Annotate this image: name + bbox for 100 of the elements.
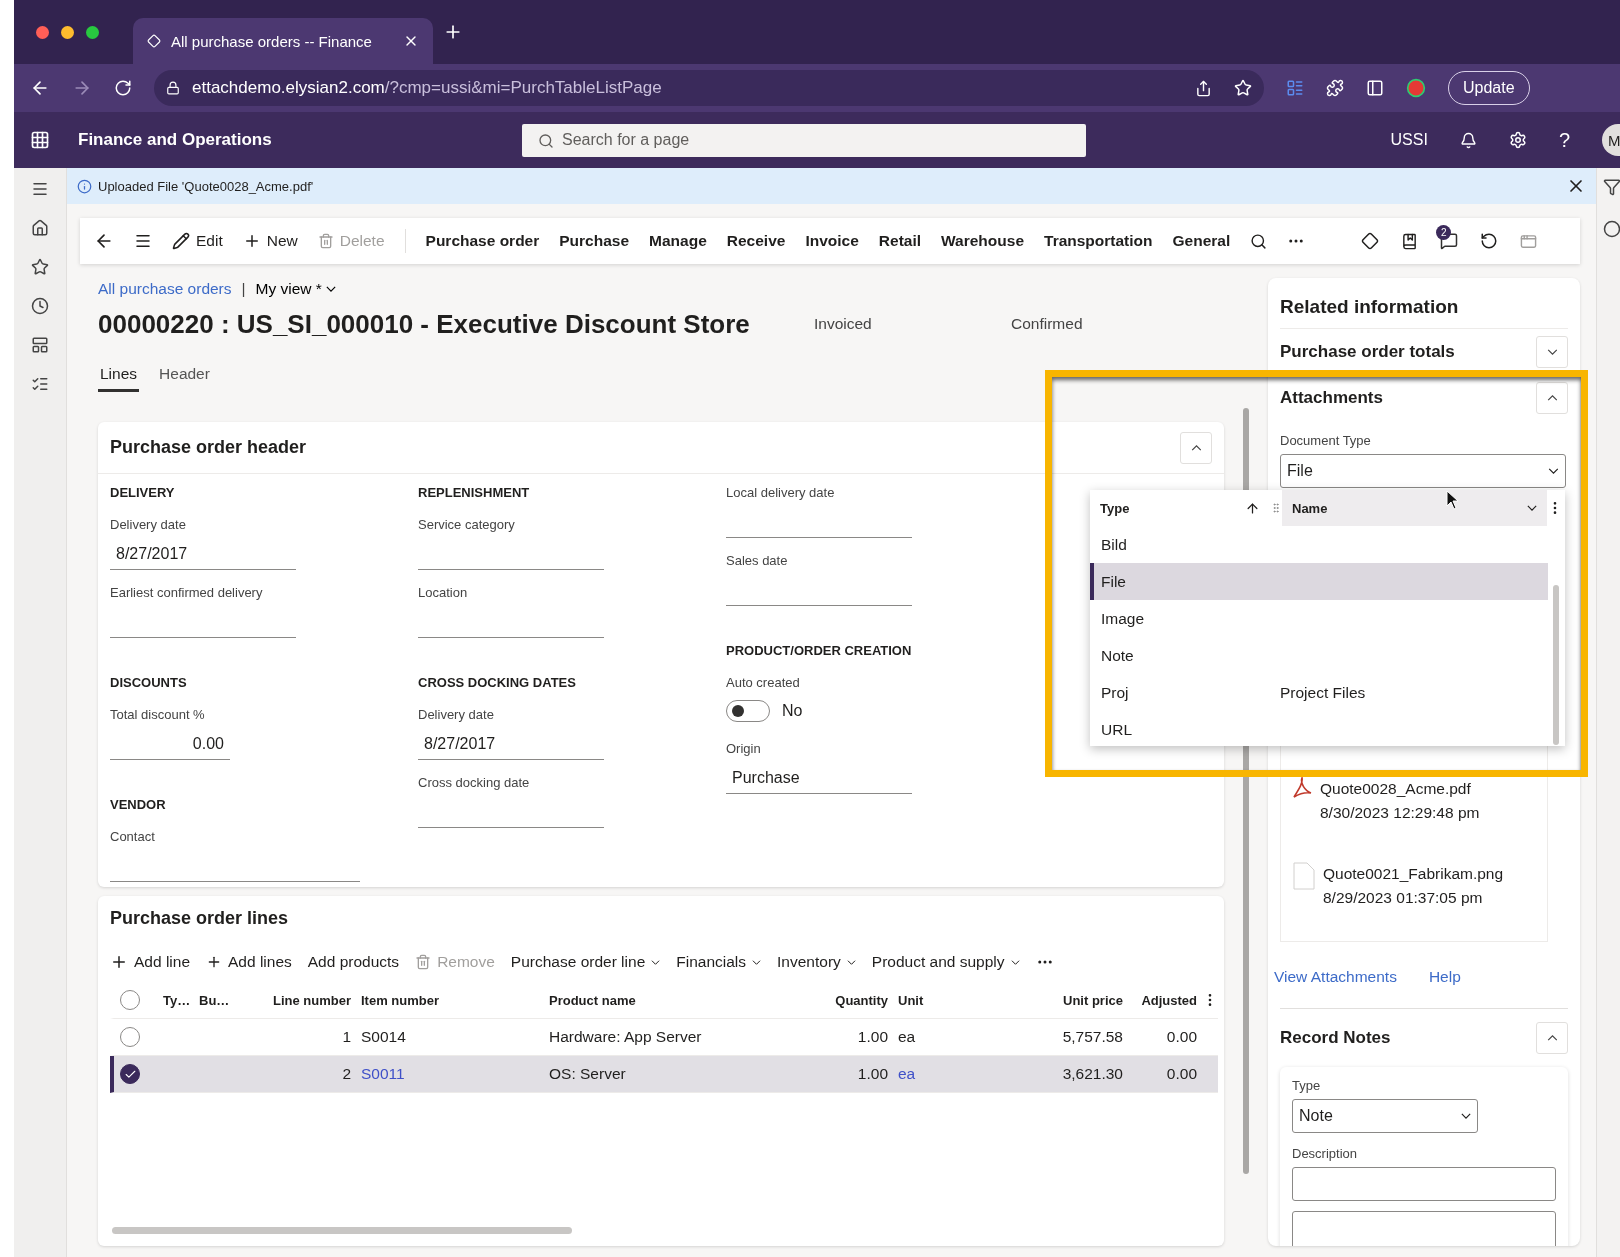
toolbar-button[interactable]: Edit: [172, 232, 223, 250]
option-type: Bild: [1100, 535, 1128, 554]
column-header[interactable]: Unit: [893, 992, 1040, 1008]
card-title: Purchase order header: [110, 437, 308, 458]
section-heading: PRODUCT/ORDER CREATION: [726, 642, 913, 660]
option-type: File: [1100, 572, 1127, 591]
dropdown-option[interactable]: Image: [1090, 600, 1548, 637]
menu-tab[interactable]: Purchase: [559, 232, 630, 250]
menu-tab[interactable]: Manage: [649, 232, 707, 250]
column-header[interactable]: Name: [1282, 490, 1547, 526]
table-cell-text: 1.00: [856, 1065, 889, 1083]
menu-tab[interactable]: Receive: [726, 232, 786, 250]
panel-title: Related information: [1280, 295, 1460, 319]
link[interactable]: View Attachments: [1274, 968, 1397, 992]
toggle-value: No: [782, 702, 803, 720]
card-title: Purchase order lines: [110, 907, 290, 929]
menu-tab[interactable]: Transportation: [1044, 232, 1153, 250]
browser-tab[interactable]: All purchase orders -- Finance: [133, 18, 433, 64]
column-header[interactable]: Product name: [544, 992, 810, 1008]
action-button[interactable]: Add products: [307, 953, 400, 971]
column-header[interactable]: Quantity: [810, 992, 893, 1008]
action-button[interactable]: Purchase order line: [510, 953, 661, 971]
tab[interactable]: Lines: [98, 358, 140, 392]
action-button[interactable]: Inventory: [777, 953, 856, 971]
toolbar-button[interactable]: New: [242, 232, 298, 250]
column-header[interactable]: Item number: [356, 992, 544, 1008]
column-header[interactable]: Bu…: [194, 992, 234, 1008]
section-heading: REPLENISHMENT: [418, 484, 531, 502]
option-type: Image: [1100, 609, 1146, 628]
status-label: Confirmed: [1011, 315, 1084, 333]
field-label: Type: [1292, 1077, 1322, 1095]
option-name: Project Files: [1280, 683, 1366, 702]
app-title: Finance and Operations: [78, 130, 273, 150]
field-label: Local delivery date: [726, 484, 836, 502]
url-text: ettachdemo.elysian2.com/?cmp=ussi&mi=PurchTableListPage: [192, 78, 662, 98]
address-bar[interactable]: ettachdemo.elysian2.com/?cmp=ussi&mi=PurchTableListPage: [154, 70, 1264, 106]
option-type: URL: [1100, 720, 1133, 739]
field-label: Origin: [726, 740, 762, 758]
table-cell-text: 0.00: [1165, 1065, 1198, 1083]
table-cell-text: 0.00: [1165, 1028, 1198, 1046]
cell-link[interactable]: S0011: [356, 1065, 544, 1083]
table-cell-text: 2: [341, 1065, 352, 1083]
input-field[interactable]: 8/27/2017: [110, 538, 296, 570]
menu-tab[interactable]: Retail: [878, 232, 922, 250]
section-heading: VENDOR: [110, 796, 167, 814]
section-heading: DISCOUNTS: [110, 674, 188, 692]
file-entry[interactable]: Quote0028_Acme.pdf 8/30/2023 12:29:48 pm: [1320, 777, 1480, 825]
search-field[interactable]: Search for a page: [522, 123, 1086, 157]
input-field[interactable]: Purchase: [726, 762, 912, 794]
column-header[interactable]: Unit price: [1040, 992, 1128, 1008]
action-button[interactable]: Add line: [110, 953, 190, 971]
column-header[interactable]: Adjusted: [1128, 992, 1202, 1008]
field-label: Delivery date: [418, 706, 495, 724]
view-selector[interactable]: My view *: [255, 280, 336, 298]
column-header[interactable]: Type: [1090, 490, 1270, 526]
dropdown-option[interactable]: Bild: [1090, 526, 1548, 563]
tab[interactable]: Header: [157, 358, 212, 392]
file-entry[interactable]: Quote0021_Fabrikam.png 8/29/2023 01:37:05 pm: [1323, 862, 1504, 910]
menu-tab[interactable]: Warehouse: [941, 232, 1024, 250]
company-picker[interactable]: USSI: [1390, 131, 1428, 149]
table-cell-text: S0014: [360, 1028, 407, 1046]
menu-tab[interactable]: General: [1172, 232, 1231, 250]
column-header[interactable]: Ty…: [158, 992, 194, 1008]
menu-tab[interactable]: Purchase order: [425, 232, 540, 250]
cell-link[interactable]: ea: [893, 1065, 1040, 1083]
field-label: Contact: [110, 828, 156, 846]
dropdown-option[interactable]: File: [1090, 563, 1548, 600]
section-title: Purchase order totals: [1280, 341, 1456, 362]
dropdown-option[interactable]: URL: [1090, 711, 1548, 748]
section-title: Record Notes: [1280, 1028, 1392, 1048]
option-type: Note: [1100, 646, 1135, 665]
field-label: Description: [1292, 1145, 1359, 1163]
field-label: Service category: [418, 516, 516, 534]
type-select[interactable]: Note: [1292, 1099, 1478, 1133]
help-button[interactable]: ?: [1558, 128, 1570, 152]
dropdown-option[interactable]: Note: [1090, 637, 1548, 674]
field-label: Cross docking date: [418, 774, 531, 792]
avatar[interactable]: M: [1602, 124, 1620, 156]
table-row[interactable]: 2 S0011 OS: Server 1.00 ea 3,621.30 0.00: [110, 1056, 1218, 1093]
field-label: Sales date: [726, 552, 789, 570]
field-label: Location: [418, 584, 469, 602]
field-label: Delivery date: [110, 516, 187, 534]
column-header[interactable]: Line number: [234, 992, 356, 1008]
dropdown-option[interactable]: Proj Project Files: [1090, 674, 1548, 711]
action-button[interactable]: Add lines: [206, 953, 292, 971]
document-type-select[interactable]: File: [1280, 454, 1566, 488]
link[interactable]: Help: [1428, 968, 1461, 992]
input-field[interactable]: 8/27/2017: [418, 728, 604, 760]
input-field[interactable]: 0.00: [110, 728, 230, 760]
table-cell-text: Hardware: App Server: [548, 1028, 703, 1046]
option-type: Proj: [1100, 683, 1130, 702]
menu-tab[interactable]: Invoice: [805, 232, 859, 250]
breadcrumb-link[interactable]: All purchase orders: [98, 280, 232, 298]
notification-count: 2: [1436, 225, 1452, 240]
table-cell-text: ea: [897, 1028, 917, 1046]
status-label: Invoiced: [814, 315, 873, 333]
table-cell-text: 3,621.30: [1061, 1065, 1124, 1083]
table-cell-text: 1: [341, 1028, 352, 1046]
action-button[interactable]: Product and supply: [871, 953, 1020, 971]
action-button[interactable]: Financials: [676, 953, 762, 971]
